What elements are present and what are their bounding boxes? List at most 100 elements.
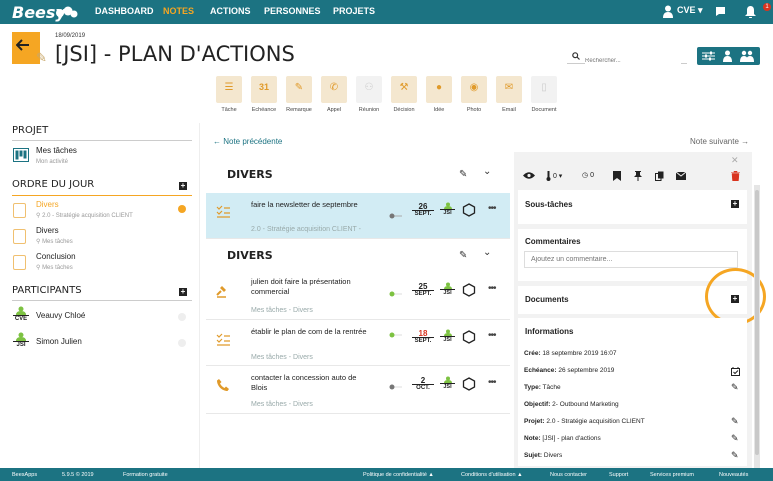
user-menu[interactable]: CVE ▾ bbox=[677, 5, 703, 16]
chat-icon[interactable] bbox=[715, 6, 726, 17]
nav-projets[interactable]: PROJETS bbox=[333, 6, 375, 16]
hexagon-icon[interactable] bbox=[462, 203, 476, 217]
edit-note-icon[interactable]: ✎ bbox=[731, 433, 740, 443]
owner-avatar-icon bbox=[443, 202, 452, 209]
ordre-item-conclusion[interactable]: Conclusion bbox=[36, 252, 76, 261]
hexagon-icon[interactable] bbox=[462, 283, 476, 297]
card-owner[interactable]: JSI bbox=[440, 329, 455, 343]
filter-people-button[interactable] bbox=[697, 47, 760, 65]
participant-initials: CVE bbox=[13, 315, 29, 322]
action-card[interactable]: contacter la concession auto de Blois Me… bbox=[206, 366, 510, 414]
tool-photo[interactable]: ◉ bbox=[461, 76, 487, 103]
hexagon-icon[interactable] bbox=[462, 377, 476, 391]
ordre-item-divers[interactable]: Divers bbox=[36, 226, 59, 235]
more-icon[interactable]: ••• bbox=[488, 283, 496, 294]
more-icon[interactable]: ••• bbox=[488, 203, 496, 214]
action-card[interactable]: établir le plan de com de la rentrée Mes… bbox=[206, 320, 510, 366]
info-key: Crée: bbox=[524, 350, 541, 357]
info-subject: Sujet: Divers bbox=[524, 452, 562, 459]
add-participant-button[interactable]: + bbox=[179, 288, 187, 296]
tool-meeting[interactable]: ⚇ bbox=[356, 76, 382, 103]
footer-support-link[interactable]: Support bbox=[609, 472, 628, 478]
add-subtask-button[interactable]: + bbox=[731, 200, 739, 208]
tool-document[interactable]: ▯ bbox=[531, 76, 557, 103]
card-sub: Mes tâches - Divers bbox=[251, 401, 313, 408]
tool-email[interactable]: ✉ bbox=[496, 76, 522, 103]
edit-type-icon[interactable]: ✎ bbox=[731, 382, 740, 392]
ordre-item-divers-active[interactable]: Divers bbox=[36, 200, 59, 209]
tool-task[interactable]: ☰ bbox=[216, 76, 242, 103]
nav-personnes[interactable]: PERSONNES bbox=[264, 6, 321, 16]
card-owner[interactable]: JSI bbox=[440, 376, 455, 390]
participant-name[interactable]: Simon Julien bbox=[36, 337, 82, 346]
more-icon[interactable]: ••• bbox=[488, 330, 496, 341]
edit-subject-icon[interactable]: ✎ bbox=[731, 450, 740, 460]
hexagon-icon[interactable] bbox=[462, 330, 476, 344]
card-due-date[interactable]: 25 SEPT. bbox=[412, 283, 434, 298]
action-card[interactable]: julien doit faire la présentation commer… bbox=[206, 270, 510, 320]
edit-group-icon[interactable]: ✎ bbox=[459, 250, 467, 261]
edit-pencil-icon[interactable]: ✎ bbox=[36, 50, 47, 66]
presence-dot[interactable] bbox=[178, 339, 186, 347]
presence-dot[interactable] bbox=[178, 313, 186, 321]
card-owner[interactable]: JSI bbox=[440, 282, 455, 296]
prev-note-link[interactable]: ← Note précédente bbox=[213, 137, 282, 146]
edit-project-icon[interactable]: ✎ bbox=[731, 416, 740, 426]
add-ordre-button[interactable]: + bbox=[179, 182, 187, 190]
progress-toggle-icon[interactable] bbox=[389, 384, 403, 390]
owner-avatar-icon bbox=[443, 329, 452, 336]
tool-deadline[interactable]: 31 bbox=[251, 76, 277, 103]
nav-actions[interactable]: ACTIONS bbox=[210, 6, 251, 16]
calendar-edit-icon[interactable] bbox=[731, 367, 740, 376]
search-input[interactable] bbox=[585, 58, 681, 64]
progress-toggle-icon[interactable] bbox=[389, 213, 403, 219]
progress-toggle-icon[interactable] bbox=[389, 332, 403, 338]
card-text: faire la newsletter de septembre bbox=[251, 200, 358, 209]
footer-training-link[interactable]: Formation gratuite bbox=[123, 472, 168, 478]
tool-idea[interactable]: ● bbox=[426, 76, 452, 103]
email-icon[interactable] bbox=[676, 172, 686, 180]
search-box[interactable] bbox=[567, 49, 687, 64]
phone-icon: ✆ bbox=[329, 82, 339, 93]
tool-remark[interactable]: ✎ bbox=[286, 76, 312, 103]
card-due-date[interactable]: 2 OCT. bbox=[412, 377, 434, 392]
card-due-date-overdue[interactable]: 18 SEPT. bbox=[412, 330, 434, 345]
collapse-chevron-icon[interactable]: ⌄ bbox=[483, 247, 491, 258]
subtasks-title: Sous-tâches bbox=[525, 200, 573, 209]
trash-icon[interactable] bbox=[731, 171, 740, 181]
bookmark-icon[interactable] bbox=[613, 171, 621, 181]
bell-icon[interactable] bbox=[745, 6, 756, 18]
footer-contact-link[interactable]: Nous contacter bbox=[550, 472, 587, 478]
action-card-selected[interactable]: faire la newsletter de septembre 2.0 - S… bbox=[206, 193, 510, 239]
card-due-date[interactable]: 26 SEPT. bbox=[412, 203, 434, 218]
comment-input[interactable] bbox=[524, 251, 738, 268]
nav-dashboard[interactable]: DASHBOARD bbox=[95, 6, 154, 16]
close-panel-icon[interactable]: ✕ bbox=[731, 155, 739, 166]
copy-icon[interactable] bbox=[655, 171, 664, 181]
next-note-link[interactable]: Note suivante → bbox=[690, 137, 749, 146]
pin-icon[interactable] bbox=[634, 171, 642, 181]
projet-item-label[interactable]: Mes tâches bbox=[36, 146, 77, 155]
footer-privacy-link[interactable]: Politique de confidentialité ▲ bbox=[363, 472, 434, 478]
footer-brand[interactable]: BeesApps bbox=[12, 472, 37, 478]
thermometer-control[interactable]: 0 ▾ bbox=[546, 171, 562, 181]
collapse-chevron-icon[interactable]: ⌄ bbox=[483, 166, 491, 177]
footer-terms-link[interactable]: Conditions d'utilisation ▲ bbox=[461, 472, 523, 478]
footer-premium-link[interactable]: Services premium bbox=[650, 472, 694, 478]
eye-icon[interactable] bbox=[523, 171, 535, 180]
tool-decision[interactable]: ⚒ bbox=[391, 76, 417, 103]
info-project: Projet: 2.0 - Stratégie acquisition CLIE… bbox=[524, 418, 645, 425]
participant-name[interactable]: Veauvy Chloé bbox=[36, 311, 85, 320]
owner-avatar-icon bbox=[443, 282, 452, 289]
tool-call[interactable]: ✆ bbox=[321, 76, 347, 103]
clock-control[interactable]: ◷ 0 bbox=[582, 171, 594, 179]
footer-news-link[interactable]: Nouveautés bbox=[719, 472, 748, 478]
scrollbar-thumb[interactable] bbox=[755, 190, 759, 455]
nav-notes[interactable]: NOTES bbox=[163, 6, 194, 16]
card-owner[interactable]: JSI bbox=[440, 202, 455, 216]
edit-group-icon[interactable]: ✎ bbox=[459, 169, 467, 180]
user-avatar-icon[interactable] bbox=[663, 5, 673, 18]
more-icon[interactable]: ••• bbox=[488, 377, 496, 388]
info-value: 2- Outbound Marketing bbox=[550, 401, 619, 408]
progress-toggle-icon[interactable] bbox=[389, 291, 403, 297]
